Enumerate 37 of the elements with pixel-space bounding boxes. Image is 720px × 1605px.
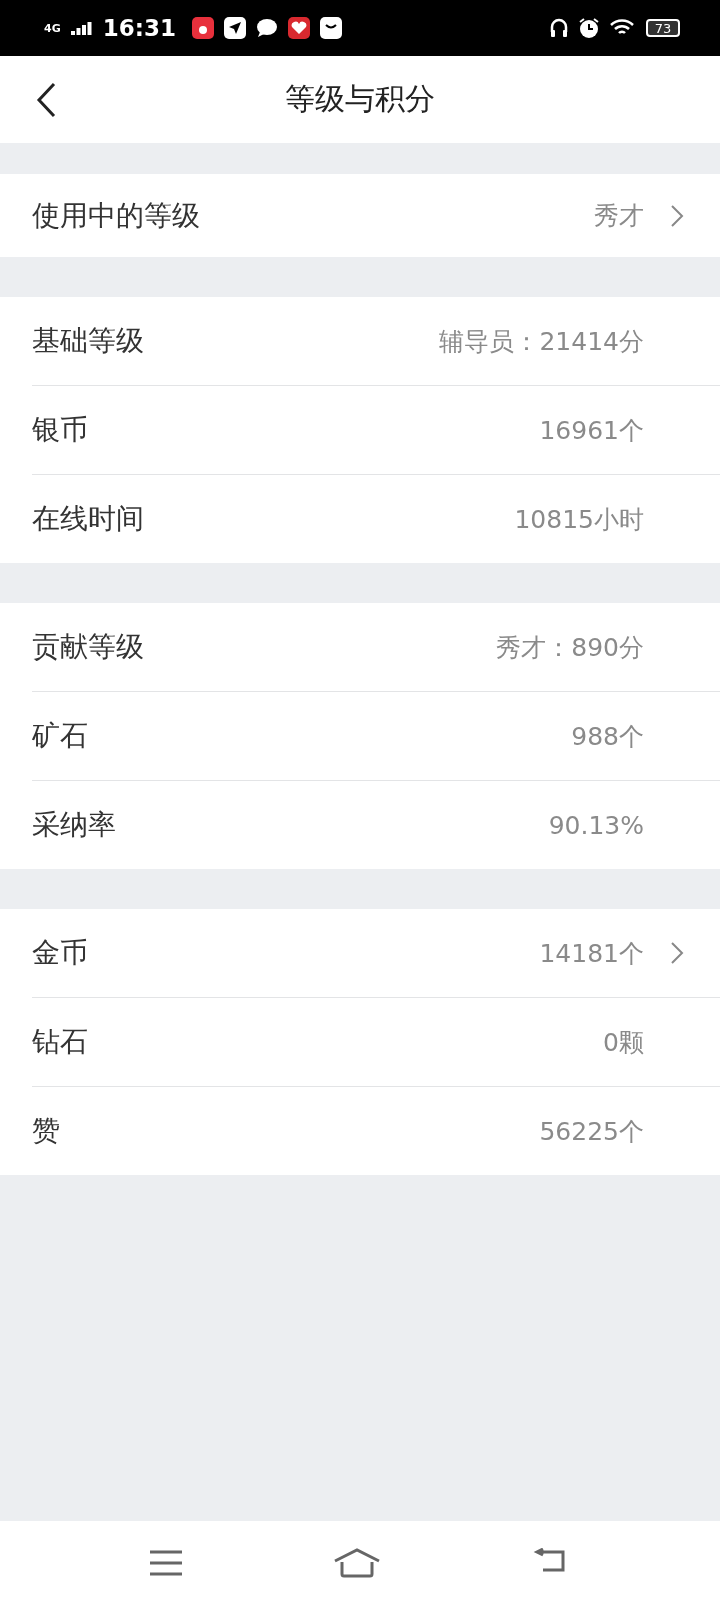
row-label: 银币 [32,412,89,448]
page-title: 等级与积分 [284,80,436,118]
row-label: 赞 [32,1113,61,1149]
row-value: 16961个 [539,414,644,447]
menu-icon[interactable] [149,1549,183,1577]
headphones-icon [550,18,568,38]
row-value: 秀才 [594,200,644,232]
row-value: 秀才：890分 [496,631,644,664]
row-value: 14181个 [539,937,644,970]
chevron-right-icon[interactable] [670,941,684,965]
row-value: 90.13% [548,810,644,840]
battery-level: 73 [646,19,680,37]
row-label: 采纳率 [32,807,117,843]
app-notification-icon [191,17,214,39]
row-value: 988个 [571,720,644,753]
alarm-clock-icon [578,17,600,39]
row-value: 10815小时 [514,503,644,536]
heart-app-icon [287,17,310,39]
paper-plane-icon [223,17,246,39]
row-value: 0颗 [603,1026,644,1059]
network-type: 4G [44,21,61,35]
row-label: 矿石 [32,718,89,754]
home-icon[interactable] [333,1548,381,1578]
row-value: 辅导员：21414分 [439,325,644,358]
row-value: 56225个 [539,1115,644,1148]
shopping-bag-icon [319,17,342,39]
clock-time: 16:31 [102,15,176,41]
row-label: 金币 [32,935,89,971]
chevron-left-icon [36,82,56,118]
row-label: 使用中的等级 [32,197,201,234]
row-label: 基础等级 [32,323,145,359]
row-label: 贡献等级 [32,629,145,665]
chevron-right-icon[interactable] [670,203,684,228]
row-label: 在线时间 [32,501,145,537]
chat-bubble-icon [255,18,278,38]
signal-icon [70,21,93,35]
row-label: 钻石 [32,1024,89,1060]
